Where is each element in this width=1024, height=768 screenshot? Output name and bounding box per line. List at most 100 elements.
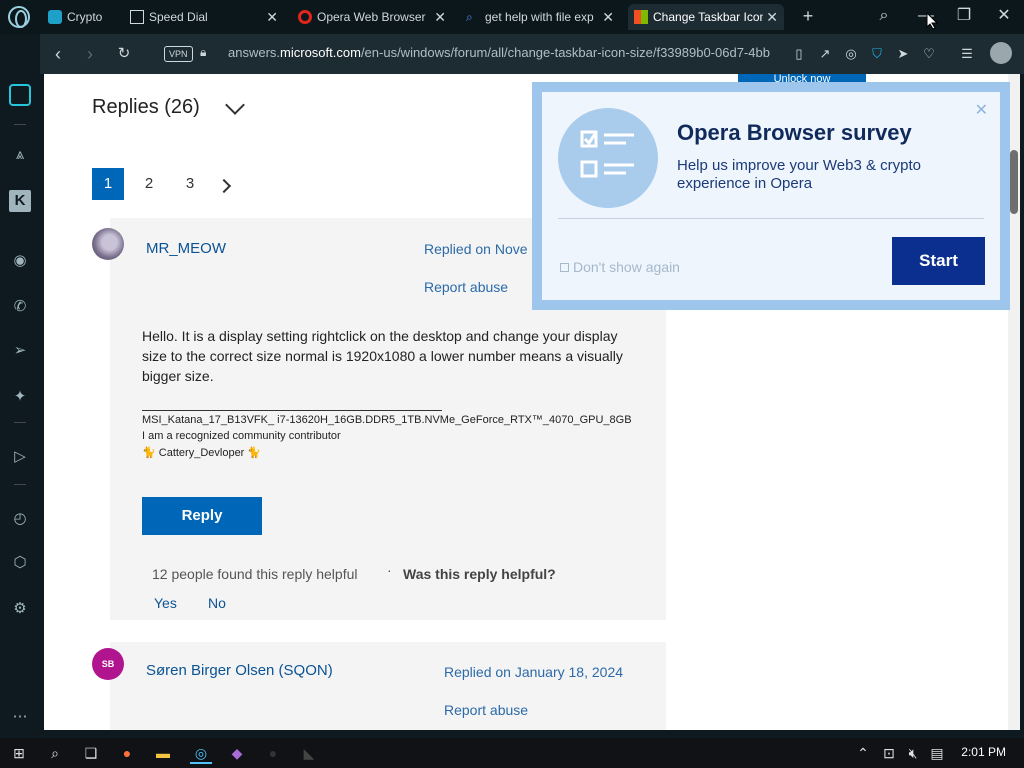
speed-dial-icon [130,10,144,24]
chevron-down-icon[interactable] [225,95,245,115]
wallet-icon[interactable] [9,84,31,106]
reload-icon[interactable]: ↻ [112,42,136,66]
firefox-icon[interactable]: ● [116,742,138,764]
tab-change-taskbar-icon[interactable]: Change Taskbar Icon ✕ [628,4,784,30]
new-tab-button[interactable]: + [790,4,826,28]
forward-icon[interactable]: › [78,42,102,66]
url-domain: microsoft.com [280,45,361,60]
more-icon[interactable]: ⋯ [9,706,31,728]
search-icon[interactable]: ⌕ [44,742,66,764]
send-icon[interactable]: ➤ [894,45,912,63]
page-2[interactable]: 2 [133,168,165,200]
no-button[interactable]: No [208,595,226,611]
url-path: /en-us/windows/forum/all/change-taskbar-… [360,45,770,60]
survey-checklist-icon [558,108,658,208]
settings-icon[interactable]: ⚙ [9,598,31,620]
close-icon[interactable]: ✕ [975,100,988,120]
task-view-icon[interactable]: ❑ [80,742,102,764]
helpful-separator: · [387,562,392,578]
avatar[interactable] [92,228,124,260]
crypto-icon [48,10,62,24]
lock-icon[interactable]: 🔒︎ [200,45,206,60]
telegram-icon[interactable]: ➢ [9,340,31,362]
sidebar-divider [14,124,26,125]
discord-icon[interactable]: ◉ [9,250,31,272]
signature-name: 🐈 Cattery_Devloper 🐈 [142,447,262,459]
address-bar: ‹ › ↻ VPN 🔒︎ answers.microsoft.com/en-us… [40,34,1024,74]
survey-divider [558,218,984,219]
tab-label: Opera Web Browser [317,10,426,24]
heart-icon[interactable]: ♡ [920,45,938,63]
notifications-icon[interactable]: ▤ [926,742,948,764]
tab-label: get help with file exp [485,10,594,24]
signature-contributor: I am a recognized community contributor [142,430,341,442]
network-icon[interactable]: ⊡ [878,742,900,764]
tab-crypto[interactable]: Crypto [48,4,114,30]
chevron-up-icon[interactable]: ⌃ [852,742,874,764]
history-icon[interactable]: ◴ [9,508,31,530]
aria-icon[interactable]: ⩓ [9,144,31,166]
app-icon[interactable]: ◣ [298,742,320,764]
page-1[interactable]: 1 [92,168,124,200]
survey-title: Opera Browser survey [677,120,912,145]
snapshot-icon[interactable]: ◎ [842,45,860,63]
tab-opera-web-browser[interactable]: Opera Web Browser ✕ [298,4,452,30]
close-tab-icon[interactable]: ✕ [602,9,614,26]
report-abuse-link[interactable]: Report abuse [424,279,508,295]
reply-button[interactable]: Reply [142,497,262,535]
checkbox-box[interactable] [560,263,569,272]
file-explorer-icon[interactable]: ▬ [152,742,174,764]
close-tab-icon[interactable]: ✕ [434,9,446,26]
yes-button[interactable]: Yes [154,595,177,611]
opera-icon [298,10,312,24]
back-icon[interactable]: ‹ [46,42,70,66]
reader-mode-icon[interactable]: ▯ [790,45,808,63]
visual-studio-icon[interactable]: ◆ [226,742,248,764]
scrollbar-thumb[interactable] [1010,150,1018,214]
kraken-icon[interactable]: K [9,190,31,212]
close-tab-icon[interactable]: ✕ [266,9,278,26]
opera-menu-icon[interactable] [8,6,30,28]
easy-setup-icon[interactable]: ☰ [958,45,976,63]
avatar[interactable]: SB [92,648,124,680]
author-name[interactable]: MR_MEOW [146,240,226,257]
signature-divider [142,410,442,411]
url-prefix: answers. [228,45,281,60]
adblock-icon[interactable]: ⛉ [868,45,886,63]
player-icon[interactable]: ▷ [9,446,31,468]
report-abuse-link[interactable]: Report abuse [444,702,528,718]
replied-date[interactable]: Replied on Nove [424,241,528,257]
tab-strip: Crypto Speed Dial ✕ Opera Web Browser ✕ … [0,0,1024,34]
profile-avatar[interactable] [990,42,1012,64]
search-icon: ⌕ [466,10,473,24]
taskbar-clock[interactable]: 2:01 PM [961,745,1006,759]
tab-search-icon[interactable]: ⌕ [866,4,902,28]
page-3[interactable]: 3 [174,168,206,200]
signature-specs: MSI_Katana_17_B13VFK_ i7-13620H_16GB.DDR… [142,414,632,426]
tab-speed-dial[interactable]: Speed Dial ✕ [130,4,284,30]
tab-get-help[interactable]: ⌕ get help with file exp ✕ [466,4,620,30]
start-survey-button[interactable]: Start [892,237,985,285]
app-icon[interactable]: ● [262,742,284,764]
dont-show-again-checkbox[interactable]: Don't show again [560,259,680,275]
helpful-count: 12 people found this reply helpful [152,566,358,582]
reply-card [110,642,666,730]
next-page-icon[interactable] [216,178,232,194]
close-tab-icon[interactable]: ✕ [766,9,778,26]
opera-taskbar-icon[interactable]: ◎ [190,742,212,764]
tab-label: Change Taskbar Icon [653,10,763,24]
share-icon[interactable]: ↗ [816,45,834,63]
restore-icon[interactable]: ❐ [946,4,982,28]
close-window-icon[interactable]: ✕ [986,4,1022,28]
url-field[interactable]: answers.microsoft.com/en-us/windows/foru… [228,45,788,60]
helpful-question: Was this reply helpful? [403,566,556,582]
whatsapp-icon[interactable]: ✆ [9,296,31,318]
author-name[interactable]: Søren Birger Olsen (SQON) [146,662,333,679]
windows-start-icon[interactable]: ⊞ [8,742,30,764]
volume-muted-icon[interactable]: 🔇︎ [902,742,924,764]
vpn-badge[interactable]: VPN [164,46,193,62]
crypto-wallet-icon[interactable]: ⬡ [9,552,31,574]
replied-date[interactable]: Replied on January 18, 2024 [444,664,623,680]
tab-label: Speed Dial [149,10,208,24]
twitter-icon[interactable]: ✦ [9,386,31,408]
